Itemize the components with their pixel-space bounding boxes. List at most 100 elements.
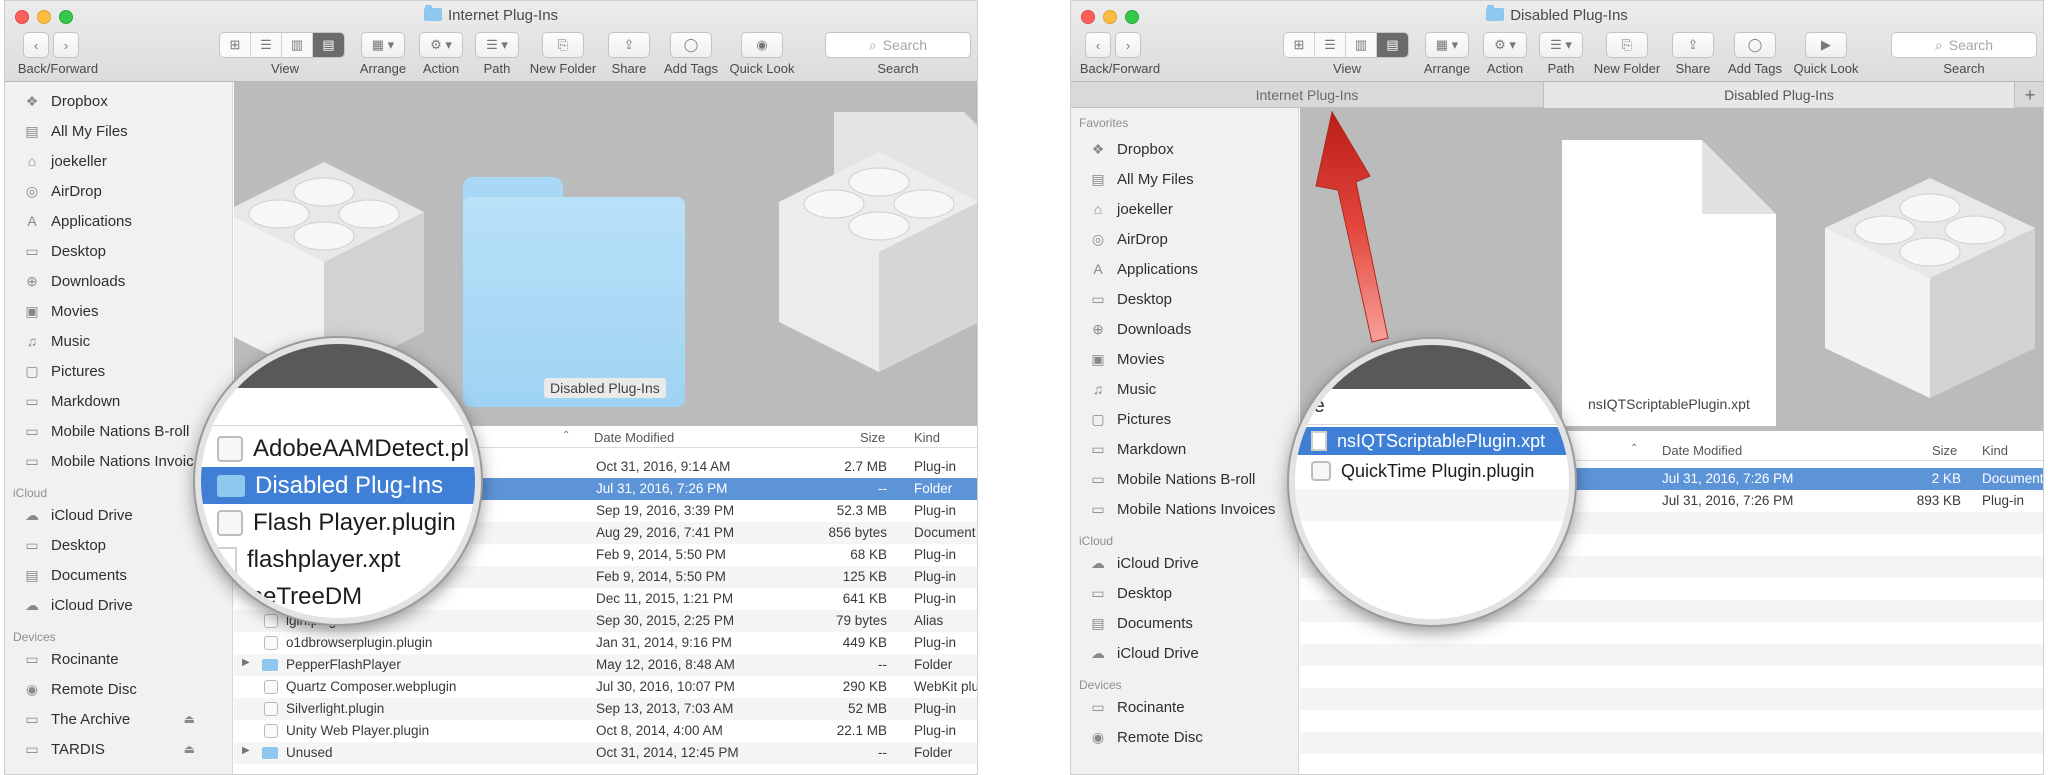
sidebar-item-icloud-icloud-drive[interactable]: ☁ iCloud Drive [23, 502, 133, 528]
forward-button[interactable]: › [1115, 32, 1141, 58]
column-kind[interactable]: Kind [1982, 443, 2008, 458]
date-modified: Aug 29, 2016, 7:41 PM [596, 525, 735, 540]
sidebar-item-icloud-documents[interactable]: ▤ Documents [23, 562, 127, 588]
forward-button[interactable]: › [53, 32, 79, 58]
sidebar-item-airdrop[interactable]: ◎ AirDrop [1089, 226, 1168, 252]
back-button[interactable]: ‹ [23, 32, 49, 58]
table-row[interactable]: o1dbrowserplugin.plugin Jan 31, 2014, 9:1… [234, 632, 977, 654]
sidebar-item-pictures[interactable]: ▢ Pictures [23, 358, 105, 384]
column-size[interactable]: Size [1932, 443, 1957, 458]
file-size: 290 KB [842, 679, 887, 694]
cover-flow-icon[interactable]: ▤ [313, 33, 344, 57]
path-button[interactable]: ☰ ▾ [475, 32, 519, 58]
sidebar-item-icloud-icloud-drive[interactable]: ☁ iCloud Drive [23, 592, 133, 618]
sidebar-item-mobile-nations-invoices[interactable]: ▭ Mobile Nations Invoices [1089, 496, 1275, 522]
music-icon: ♫ [26, 333, 38, 349]
sidebar-item-desktop[interactable]: ▭ Desktop [1089, 286, 1172, 312]
sidebar-item-markdown[interactable]: ▭ Markdown [23, 388, 120, 414]
search-input[interactable]: ⌕ Search [825, 32, 971, 58]
sidebar-item-dropbox[interactable]: ❖ Dropbox [23, 88, 108, 114]
column-date-modified[interactable]: Date Modified [594, 430, 674, 445]
disclosure-triangle-icon[interactable]: ▶ [242, 657, 250, 668]
action-button[interactable]: ⚙ ▾ [1483, 32, 1527, 58]
table-row[interactable]: ▶ PepperFlashPlayer May 12, 2016, 8:48 AM -… [234, 654, 977, 676]
sidebar-item-dropbox[interactable]: ❖ Dropbox [1089, 136, 1174, 162]
eject-icon[interactable]: ⏏ [184, 712, 195, 726]
sidebar-item-device-rocinante[interactable]: ▭ Rocinante [1089, 694, 1279, 720]
sidebar-item-all-my-files[interactable]: ▤ All My Files [1089, 166, 1193, 192]
sidebar-item-icloud-icloud-drive[interactable]: ☁ iCloud Drive [1089, 550, 1199, 576]
table-row[interactable]: Quartz Composer.webplugin Jul 30, 2016, 1… [234, 676, 977, 698]
list-view-icon[interactable]: ☰ [1315, 33, 1346, 57]
sidebar-item-joekeller[interactable]: ⌂ joekeller [23, 148, 107, 174]
column-view-icon[interactable]: ▥ [1346, 33, 1377, 57]
icon-view-icon[interactable]: ⊞ [220, 33, 251, 57]
new-tab-button[interactable]: + [2015, 82, 2043, 108]
sidebar-item-applications[interactable]: A Applications [1089, 256, 1198, 282]
sidebar-item-airdrop[interactable]: ◎ AirDrop [23, 178, 102, 204]
sidebar-item-device-the-archive[interactable]: ▭ The Archive ⏏ [23, 706, 213, 732]
back-button[interactable]: ‹ [1085, 32, 1111, 58]
sidebar-item-device-remote-disc[interactable]: ◉ Remote Disc [1089, 724, 1279, 750]
file-size: -- [878, 745, 887, 760]
search-input[interactable]: ⌕ Search [1891, 32, 2037, 58]
quick-look-button[interactable]: ▶ [1805, 32, 1847, 58]
folder-icon [423, 5, 442, 21]
action-button[interactable]: ⚙ ▾ [419, 32, 463, 58]
sidebar-item-device-rocinante[interactable]: ▭ Rocinante [23, 646, 213, 672]
share-button[interactable]: ⇪ [1672, 32, 1714, 58]
sidebar-item-movies[interactable]: ▣ Movies [23, 298, 98, 324]
disclosure-triangle-icon[interactable]: ▶ [242, 745, 250, 756]
sidebar-item-device-remote-disc[interactable]: ◉ Remote Disc [23, 676, 213, 702]
sidebar-item-downloads[interactable]: ⊕ Downloads [23, 268, 125, 294]
sidebar-item-icloud-desktop[interactable]: ▭ Desktop [1089, 580, 1172, 606]
plugin-lego-icon [1825, 178, 2035, 398]
sidebar-item-icloud-icloud-drive[interactable]: ☁ iCloud Drive [1089, 640, 1199, 666]
share-button[interactable]: ⇪ [608, 32, 650, 58]
add-tags-button[interactable]: ◯ [1734, 32, 1776, 58]
table-row[interactable]: Silverlight.plugin Sep 13, 2013, 7:03 AM 5… [234, 698, 977, 720]
file-size: 641 KB [842, 591, 887, 606]
sidebar-item-icloud-documents[interactable]: ▤ Documents [1089, 610, 1193, 636]
sidebar-item-device-tardis[interactable]: ▭ TARDIS ⏏ [23, 736, 213, 762]
add-tags-button[interactable]: ◯ [670, 32, 712, 58]
sidebar-item-pictures[interactable]: ▢ Pictures [1089, 406, 1171, 432]
sidebar-item-applications[interactable]: A Applications [23, 208, 132, 234]
sidebar-item-mobile-nations-b-roll[interactable]: ▭ Mobile Nations B-roll [23, 418, 189, 444]
path-button[interactable]: ☰ ▾ [1539, 32, 1583, 58]
table-row[interactable]: ▶ Unused Oct 31, 2014, 12:45 PM -- Folder [234, 742, 977, 764]
column-size[interactable]: Size [860, 430, 885, 445]
column-date-modified[interactable]: Date Modified [1662, 443, 1742, 458]
sidebar-item-icloud-desktop[interactable]: ▭ Desktop [23, 532, 106, 558]
eject-icon[interactable]: ⏏ [184, 742, 195, 756]
sidebar-item-mobile-nations-b-roll[interactable]: ▭ Mobile Nations B-roll [1089, 466, 1255, 492]
sidebar-item-music[interactable]: ♫ Music [1089, 376, 1156, 402]
arrange-button[interactable]: ▦ ▾ [1425, 32, 1469, 58]
sort-chevron-icon[interactable]: ⌃ [1630, 443, 1638, 454]
column-kind[interactable]: Kind [914, 430, 940, 445]
file-kind: Folder [914, 481, 953, 496]
table-row[interactable]: Unity Web Player.plugin Oct 8, 2014, 4:00… [234, 720, 977, 742]
view-segmented-control[interactable]: ⊞ ☰ ▥ ▤ [219, 32, 345, 58]
tab-disabled-plugins[interactable]: Disabled Plug-Ins [1543, 82, 2015, 108]
arrange-button[interactable]: ▦ ▾ [361, 32, 405, 58]
quick-look-button[interactable]: ◉ [741, 32, 783, 58]
quick-look-label: Quick Look [1793, 61, 1859, 76]
new-folder-button[interactable]: ⎘ [542, 32, 584, 58]
sidebar-item-all-my-files[interactable]: ▤ All My Files [23, 118, 127, 144]
sidebar-item-downloads[interactable]: ⊕ Downloads [1089, 316, 1191, 342]
cover-flow-icon[interactable]: ▤ [1377, 33, 1408, 57]
icon-view-icon[interactable]: ⊞ [1284, 33, 1315, 57]
column-view-icon[interactable]: ▥ [282, 33, 313, 57]
list-view-icon[interactable]: ☰ [251, 33, 282, 57]
new-folder-button[interactable]: ⎘ [1606, 32, 1648, 58]
sidebar-item-mobile-nations-invoic[interactable]: ▭ Mobile Nations Invoic [23, 448, 193, 474]
sidebar-item-joekeller[interactable]: ⌂ joekeller [1089, 196, 1173, 222]
sidebar-item-music[interactable]: ♫ Music [23, 328, 90, 354]
sort-chevron-icon[interactable]: ⌃ [562, 430, 570, 441]
sidebar-item-markdown[interactable]: ▭ Markdown [1089, 436, 1186, 462]
sidebar-item-desktop[interactable]: ▭ Desktop [23, 238, 106, 264]
sidebar-item-movies[interactable]: ▣ Movies [1089, 346, 1164, 372]
view-segmented-control[interactable]: ⊞ ☰ ▥ ▤ [1283, 32, 1409, 58]
remote-disc-icon: ◉ [25, 680, 39, 697]
